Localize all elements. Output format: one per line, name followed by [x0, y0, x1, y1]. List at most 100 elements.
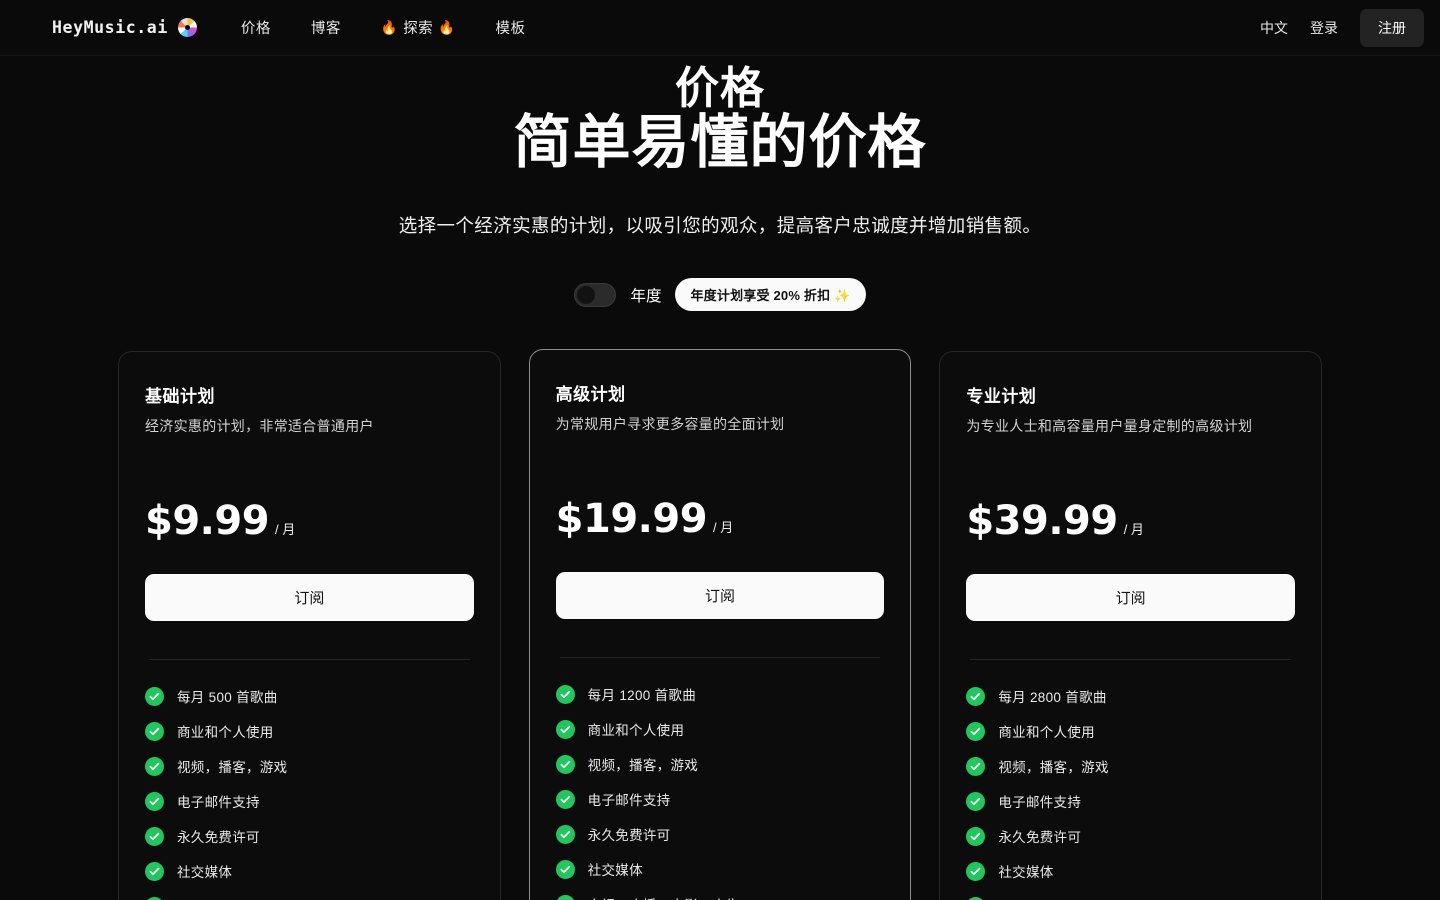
feature-label: 商业和个人使用: [998, 725, 1095, 741]
billing-period-row: 年度 年度计划享受 20% 折扣 ✨: [0, 278, 1440, 312]
feature-label: 每月 1200 首歌曲: [587, 688, 697, 704]
feature-label: 电视、广播、电影、广告: [998, 896, 1150, 900]
nav-item-pricing[interactable]: 价格: [241, 17, 271, 38]
main-nav: 价格 博客 🔥 探索 🔥 模板: [241, 17, 526, 38]
feature-item: 电子邮件支持: [145, 791, 474, 811]
pricing-card: 基础计划 经济实惠的计划，非常适合普通用户 $9.99 / 月 订阅 每月 50…: [118, 351, 501, 900]
check-icon: [966, 861, 986, 881]
discount-badge: 年度计划享受 20% 折扣 ✨: [675, 278, 866, 312]
toggle-knob: [577, 285, 596, 304]
login-link[interactable]: 登录: [1310, 18, 1338, 38]
feature-label: 永久免费许可: [998, 830, 1082, 846]
brand-logo[interactable]: HeyMusic.ai: [52, 18, 197, 37]
fire-icon: 🔥: [380, 19, 399, 35]
plan-description: 为专业人士和高容量用户量身定制的高级计划: [966, 418, 1253, 435]
feature-label: 电子邮件支持: [177, 795, 260, 811]
card-divider: [559, 657, 881, 659]
feature-label: 视频，播客，游戏: [587, 758, 699, 774]
feature-list: 每月 2800 首歌曲 商业和个人使用 视频，播客，游戏 电子邮件支持 永久免费…: [966, 686, 1295, 900]
feature-label: 电子邮件支持: [998, 795, 1082, 811]
plan-price-row: $9.99 / 月: [145, 498, 474, 544]
check-icon: [145, 756, 164, 776]
feature-item: 电子邮件支持: [966, 791, 1295, 811]
header-actions: 中文 登录 注册: [1260, 8, 1424, 47]
feature-item: 视频，播客，游戏: [145, 756, 474, 776]
feature-item: 电子邮件支持: [555, 789, 885, 809]
card-divider: [149, 659, 470, 661]
annual-billing-toggle[interactable]: [574, 282, 617, 307]
subscribe-button[interactable]: 订阅: [555, 572, 885, 620]
check-icon: [555, 859, 575, 879]
nav-item-label: 探索: [403, 21, 434, 37]
discount-badge-text: 年度计划享受 20% 折扣: [690, 288, 831, 304]
check-icon: [555, 894, 575, 900]
page-subtitle: 选择一个经济实惠的计划，以吸引您的观众，提高客户忠诚度并增加销售额。: [398, 215, 1042, 237]
nav-item-label: 博客: [310, 21, 341, 37]
feature-label: 社交媒体: [587, 863, 643, 879]
check-icon: [555, 789, 575, 809]
feature-item: 电视、广播、电影、广告: [145, 896, 474, 900]
check-icon: [966, 756, 986, 776]
feature-item: 每月 500 首歌曲: [145, 686, 474, 706]
nav-item-explore[interactable]: 🔥 探索 🔥: [381, 17, 456, 38]
feature-label: 每月 2800 首歌曲: [998, 690, 1107, 706]
site-header: HeyMusic.ai 价格 博客 🔥 探索 🔥 模板 中文 登录 注册: [0, 0, 1440, 56]
plan-description: 经济实惠的计划，非常适合普通用户: [145, 418, 374, 435]
check-icon: [966, 791, 986, 811]
plan-description: 为常规用户寻求更多容量的全面计划: [555, 416, 785, 433]
sparkle-icon: ✨: [834, 288, 851, 304]
language-switcher[interactable]: 中文: [1260, 18, 1288, 38]
feature-item: 电视、广播、电影、广告: [966, 896, 1295, 900]
plan-name: 高级计划: [555, 385, 626, 405]
check-icon: [555, 719, 575, 739]
feature-list: 每月 1200 首歌曲 商业和个人使用 视频，播客，游戏 电子邮件支持 永久免费…: [555, 684, 885, 900]
page-title: 简单易懂的价格: [513, 110, 927, 176]
brand-name: HeyMusic.ai: [52, 18, 168, 37]
plan-name: 基础计划: [145, 387, 215, 407]
plan-price-period: / 月: [1123, 522, 1144, 538]
feature-label: 电视、广播、电影、广告: [588, 894, 740, 900]
plan-price: $39.99: [966, 498, 1118, 545]
subscribe-button[interactable]: 订阅: [966, 574, 1296, 622]
pricing-card: 专业计划 为专业人士和高容量用户量身定制的高级计划 $39.99 / 月 订阅 …: [939, 351, 1323, 900]
plan-price: $9.99: [145, 498, 270, 545]
pricing-card: 高级计划 为常规用户寻求更多容量的全面计划 $19.99 / 月 订阅 每月 1…: [528, 349, 912, 900]
check-icon: [555, 754, 575, 774]
fire-icon: 🔥: [438, 19, 456, 35]
nav-item-blog[interactable]: 博客: [311, 17, 341, 38]
subscribe-button[interactable]: 订阅: [145, 574, 474, 622]
feature-item: 永久免费许可: [145, 826, 474, 846]
signup-button[interactable]: 注册: [1360, 8, 1424, 47]
plan-price-period: / 月: [713, 520, 734, 536]
feature-item: 永久免费许可: [555, 824, 885, 844]
check-icon: [966, 826, 986, 846]
check-icon: [145, 861, 164, 881]
pricing-cards: 基础计划 经济实惠的计划，非常适合普通用户 $9.99 / 月 订阅 每月 50…: [0, 349, 1440, 900]
nav-item-label: 模板: [495, 21, 526, 37]
feature-item: 商业和个人使用: [555, 719, 885, 739]
feature-item: 每月 2800 首歌曲: [966, 686, 1295, 706]
feature-item: 视频，播客，游戏: [555, 754, 885, 774]
nav-item-label: 价格: [240, 21, 271, 37]
feature-label: 每月 500 首歌曲: [177, 690, 278, 706]
feature-label: 视频，播客，游戏: [177, 760, 288, 776]
plan-price: $19.99: [555, 496, 708, 543]
feature-label: 永久免费许可: [587, 828, 671, 844]
feature-label: 电子邮件支持: [587, 793, 671, 809]
feature-item: 社交媒体: [145, 861, 474, 881]
billing-toggle-label: 年度: [630, 287, 662, 305]
feature-item: 社交媒体: [555, 859, 885, 879]
feature-label: 电视、广播、电影、广告: [177, 896, 329, 900]
plan-price-period: / 月: [275, 522, 296, 538]
feature-item: 电视、广播、电影、广告: [555, 894, 885, 900]
check-icon: [555, 824, 575, 844]
plan-price-row: $19.99 / 月: [556, 496, 885, 542]
page-kicker: 价格: [675, 64, 765, 113]
feature-label: 视频，播客，游戏: [998, 760, 1109, 776]
nav-item-templates[interactable]: 模板: [496, 17, 526, 38]
check-icon: [145, 791, 164, 811]
feature-item: 视频，播客，游戏: [966, 756, 1295, 776]
check-icon: [966, 721, 986, 741]
check-icon: [145, 686, 164, 706]
plan-price-row: $39.99 / 月: [966, 498, 1295, 544]
